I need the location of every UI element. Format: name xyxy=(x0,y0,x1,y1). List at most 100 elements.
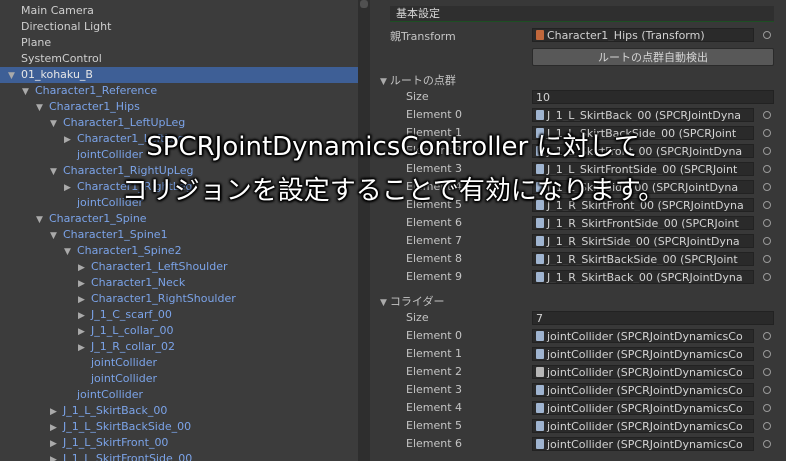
expanded-arrow-icon[interactable]: ▼ xyxy=(22,84,32,100)
element-object-field[interactable]: J_1_R_SkirtSide_00 (SPCRJointDyna xyxy=(532,234,754,248)
collapsed-arrow-icon[interactable]: ▶ xyxy=(50,452,60,461)
hierarchy-item[interactable]: ▶ Character1_Neck xyxy=(0,275,358,291)
object-picker-icon[interactable] xyxy=(763,219,771,227)
hierarchy-item-label: SystemControl xyxy=(21,52,102,65)
roots-size-field[interactable]: 10 xyxy=(532,90,774,104)
hierarchy-item[interactable]: SystemControl xyxy=(0,51,358,67)
hierarchy-item[interactable]: ▼ Character1_Spine1 xyxy=(0,227,358,243)
collapsed-arrow-icon[interactable]: ▶ xyxy=(50,404,60,420)
hierarchy-item[interactable]: ▶ J_1_L_collar_00 xyxy=(0,323,358,339)
hierarchy-item-label: Main Camera xyxy=(21,4,94,17)
element-value: J_1_R_SkirtFrontSide_00 (SPCRJoint xyxy=(547,217,739,230)
element-object-field[interactable]: jointCollider (SPCRJointDynamicsCo xyxy=(532,401,754,415)
hierarchy-item[interactable]: jointCollider xyxy=(0,355,358,371)
hierarchy-item[interactable]: Directional Light xyxy=(0,19,358,35)
collapsed-arrow-icon[interactable]: ▶ xyxy=(78,308,88,324)
hierarchy-item-label: Character1_RightShoulder xyxy=(91,292,236,305)
hierarchy-item-label: J_1_R_collar_02 xyxy=(91,340,176,353)
collapsed-arrow-icon[interactable]: ▶ xyxy=(78,324,88,340)
script-icon xyxy=(536,385,544,395)
hierarchy-item-label: J_1_L_collar_00 xyxy=(91,324,174,337)
hierarchy-item-label: jointCollider xyxy=(91,356,157,369)
element-object-field[interactable]: jointCollider (SPCRJointDynamicsCo xyxy=(532,419,754,433)
hierarchy-scrollbar[interactable] xyxy=(358,0,370,461)
element-label: Element 3 xyxy=(406,383,463,396)
hierarchy-item[interactable]: ▼ Character1_Spine xyxy=(0,211,358,227)
hierarchy-item-label: J_1_C_scarf_00 xyxy=(91,308,172,321)
script-icon xyxy=(536,367,544,377)
hierarchy-item[interactable]: ▶ J_1_L_SkirtFront_00 xyxy=(0,435,358,451)
element-value: J_1_R_SkirtBack_00 (SPCRJointDyna xyxy=(547,271,743,284)
collapsed-arrow-icon[interactable]: ▶ xyxy=(50,420,60,436)
hierarchy-item[interactable]: ▶ J_1_L_SkirtFrontSide_00 xyxy=(0,451,358,461)
element-object-field[interactable]: jointCollider (SPCRJointDynamicsCo xyxy=(532,329,754,343)
object-picker-icon[interactable] xyxy=(763,111,771,119)
collapsed-arrow-icon[interactable]: ▶ xyxy=(78,260,88,276)
collapsed-arrow-icon[interactable]: ▶ xyxy=(78,276,88,292)
collapsed-arrow-icon[interactable]: ▶ xyxy=(78,340,88,356)
script-icon xyxy=(536,236,544,246)
element-object-field[interactable]: J_1_R_SkirtBackSide_00 (SPCRJoint xyxy=(532,252,754,266)
object-picker-icon[interactable] xyxy=(763,440,771,448)
object-picker-icon[interactable] xyxy=(763,386,771,394)
expanded-arrow-icon[interactable]: ▼ xyxy=(36,212,46,228)
object-picker-icon[interactable] xyxy=(763,404,771,412)
scrollbar-thumb[interactable] xyxy=(360,0,368,8)
expanded-arrow-icon[interactable]: ▼ xyxy=(8,68,18,84)
object-picker-icon[interactable] xyxy=(763,237,771,245)
hierarchy-item[interactable]: ▶ J_1_L_SkirtBack_00 xyxy=(0,403,358,419)
collapsed-arrow-icon[interactable]: ▶ xyxy=(78,292,88,308)
element-object-field[interactable]: J_1_R_SkirtBack_00 (SPCRJointDyna xyxy=(532,270,754,284)
hierarchy-item[interactable]: ▶ J_1_R_collar_02 xyxy=(0,339,358,355)
object-picker-icon[interactable] xyxy=(763,332,771,340)
script-icon xyxy=(536,272,544,282)
element-label: Element 6 xyxy=(406,216,463,229)
object-picker-icon[interactable] xyxy=(763,422,771,430)
hierarchy-item-label: Directional Light xyxy=(21,20,112,33)
element-object-field[interactable]: jointCollider (SPCRJointDynamicsCo xyxy=(532,347,754,361)
script-icon xyxy=(536,403,544,413)
roots-foldout[interactable]: ▼ ルートの点群 xyxy=(380,72,456,88)
section-header[interactable]: 基本設定 xyxy=(390,6,774,22)
hierarchy-item[interactable]: Main Camera xyxy=(0,3,358,19)
parent-transform-field[interactable]: Character1_Hips (Transform) xyxy=(532,28,754,42)
object-picker-icon[interactable] xyxy=(763,368,771,376)
element-object-field[interactable]: J_1_L_SkirtBack_00 (SPCRJointDyna xyxy=(532,108,754,122)
hierarchy-item[interactable]: Plane xyxy=(0,35,358,51)
object-picker-icon[interactable] xyxy=(763,255,771,263)
element-object-field[interactable]: jointCollider (SPCRJointDynamicsCo xyxy=(532,437,754,451)
element-value: jointCollider (SPCRJointDynamicsCo xyxy=(547,438,743,451)
collapsed-arrow-icon[interactable]: ▶ xyxy=(50,436,60,452)
object-picker-icon[interactable] xyxy=(763,31,771,39)
hierarchy-item[interactable]: ▼ Character1_Spine2 xyxy=(0,243,358,259)
hierarchy-item[interactable]: ▶ Character1_RightShoulder xyxy=(0,291,358,307)
hierarchy-item[interactable]: jointCollider xyxy=(0,371,358,387)
hierarchy-item-label: Character1_Reference xyxy=(35,84,158,97)
colliders-foldout[interactable]: ▼ コライダー xyxy=(380,293,444,309)
hierarchy-item-label: Character1_Spine xyxy=(49,212,147,225)
object-picker-icon[interactable] xyxy=(763,273,771,281)
expanded-arrow-icon[interactable]: ▼ xyxy=(50,228,60,244)
hierarchy-item[interactable]: ▶ J_1_L_SkirtBackSide_00 xyxy=(0,419,358,435)
auto-detect-roots-button[interactable]: ルートの点群自動検出 xyxy=(532,48,774,66)
hierarchy-item-label: J_1_L_SkirtFront_00 xyxy=(63,436,169,449)
inspector-panel: 基本設定 親Transform Character1_Hips (Transfo… xyxy=(370,0,786,461)
element-value: jointCollider (SPCRJointDynamicsCo xyxy=(547,402,743,415)
object-picker-icon[interactable] xyxy=(763,350,771,358)
hierarchy-item[interactable]: ▶ Character1_LeftShoulder xyxy=(0,259,358,275)
element-object-field[interactable]: J_1_R_SkirtFrontSide_00 (SPCRJoint xyxy=(532,216,754,230)
colliders-size-field[interactable]: 7 xyxy=(532,311,774,325)
expanded-arrow-icon[interactable]: ▼ xyxy=(64,244,74,260)
hierarchy-item[interactable]: jointCollider xyxy=(0,387,358,403)
colliders-header: コライダー xyxy=(389,295,445,308)
hierarchy-item[interactable]: ▼ Character1_Reference xyxy=(0,83,358,99)
element-object-field[interactable]: jointCollider (SPCRJointDynamicsCo xyxy=(532,383,754,397)
caption-line-2: コリジョンを設定することで有効になります。 xyxy=(121,176,665,206)
hierarchy-item[interactable]: ▼ 01_kohaku_B xyxy=(0,67,358,83)
expanded-arrow-icon[interactable]: ▼ xyxy=(36,100,46,116)
hierarchy-item[interactable]: ▼ Character1_Hips xyxy=(0,99,358,115)
parent-transform-label: 親Transform xyxy=(390,30,456,43)
element-object-field[interactable]: jointCollider (SPCRJointDynamicsCo xyxy=(532,365,754,379)
hierarchy-item[interactable]: ▶ J_1_C_scarf_00 xyxy=(0,307,358,323)
element-label: Element 4 xyxy=(406,401,463,414)
